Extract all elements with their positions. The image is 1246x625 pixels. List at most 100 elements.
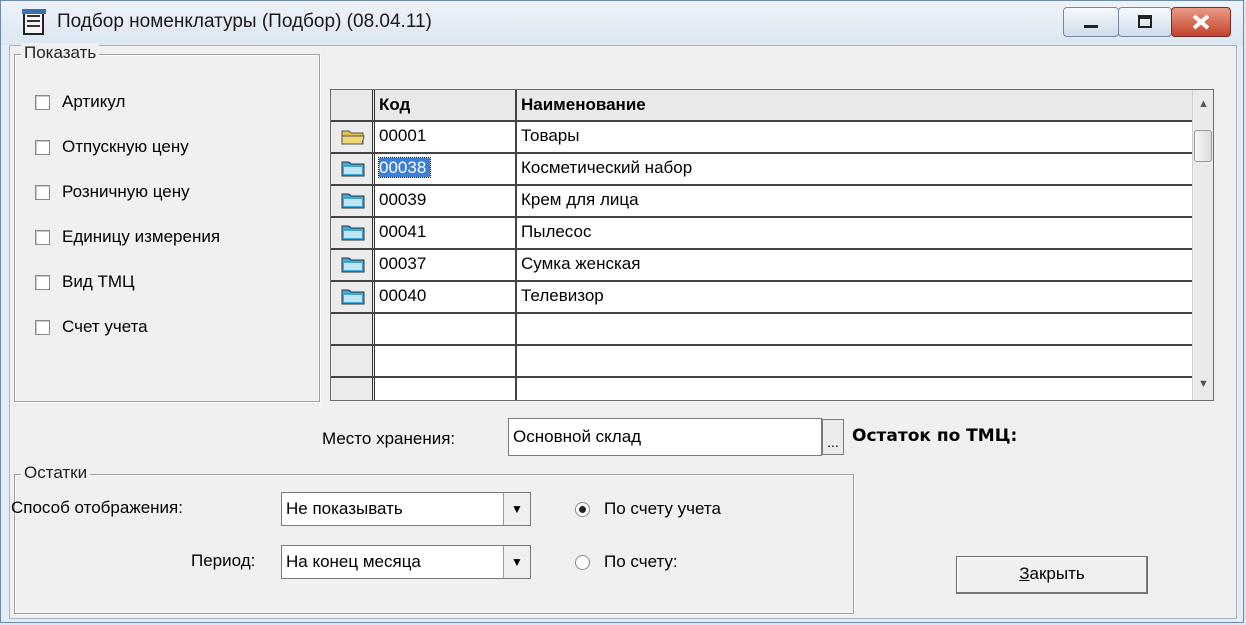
cell-name <box>517 346 1193 376</box>
table-row[interactable]: 00037 Сумка женская <box>331 250 1193 282</box>
cell-code: 00041 <box>375 218 517 248</box>
remains-group-title: Остатки <box>21 463 91 483</box>
folder-icon <box>341 289 365 305</box>
folder-open-icon <box>341 130 365 145</box>
checkbox-label: Отпускную цену <box>62 137 189 156</box>
cell-name: Косметический набор <box>521 158 693 177</box>
row-indicator <box>331 282 375 312</box>
checkbox-account[interactable]: Счет учета <box>35 316 148 338</box>
minimize-icon <box>1084 25 1098 28</box>
scroll-thumb[interactable] <box>1194 130 1212 162</box>
storage-label: Место хранения: <box>322 429 456 448</box>
vertical-scrollbar[interactable]: ▲ ▼ <box>1192 90 1213 400</box>
form-icon <box>22 9 46 35</box>
maximize-button[interactable] <box>1118 7 1172 37</box>
checkbox-label: Артикул <box>62 92 126 111</box>
cell-name: Крем для лица <box>521 190 639 209</box>
close-button-accel: З <box>1019 564 1030 583</box>
close-button-label: акрыть <box>1029 564 1085 583</box>
row-indicator <box>331 346 375 376</box>
stock-label: Остаток по ТМЦ: <box>852 426 1018 446</box>
radio-button[interactable] <box>575 554 590 570</box>
header-indicator-cell <box>331 90 375 120</box>
table-row[interactable]: 00039 Крем для лица <box>331 186 1193 218</box>
chevron-down-icon[interactable]: ▼ <box>503 493 530 525</box>
row-indicator <box>331 314 375 344</box>
table-header: Код Наименование <box>331 90 1193 122</box>
close-icon <box>1192 14 1210 30</box>
checkbox-unit[interactable]: Единицу измерения <box>35 226 220 248</box>
items-table[interactable]: Код Наименование 00001 Товары 00038 Косм… <box>330 89 1214 401</box>
checkbox-label: Вид ТМЦ <box>62 272 135 291</box>
table-row[interactable]: 00001 Товары <box>331 122 1193 154</box>
cell-code <box>375 314 517 344</box>
storage-field[interactable]: Основной склад <box>508 418 822 456</box>
checkbox-article[interactable]: Артикул <box>35 91 125 113</box>
cell-name: Товары <box>521 126 580 145</box>
checkbox-box[interactable] <box>35 319 50 335</box>
storage-select-button[interactable]: ... <box>822 419 844 455</box>
window-title: Подбор номенклатуры (Подбор) (08.04.11) <box>57 11 432 32</box>
cell-name: Телевизор <box>521 286 604 305</box>
display-mode-select[interactable]: Не показывать ▼ <box>281 492 531 526</box>
checkbox-box[interactable] <box>35 229 50 245</box>
minimize-button[interactable] <box>1063 7 1119 37</box>
table-row-empty[interactable] <box>331 314 1193 346</box>
folder-icon <box>341 161 365 177</box>
folder-icon <box>341 225 365 241</box>
period-value: На конец месяца <box>286 552 421 571</box>
selected-code-text: 00038 <box>377 157 432 178</box>
checkbox-release-price[interactable]: Отпускную цену <box>35 136 189 158</box>
cell-code: 00040 <box>375 282 517 312</box>
checkbox-label: Счет учета <box>62 317 148 336</box>
table-row-empty[interactable] <box>331 346 1193 378</box>
close-button[interactable]: Закрыть <box>956 556 1148 594</box>
cell-name: Пылесос <box>521 222 592 241</box>
radio-by-account-of-record[interactable]: По счету учета <box>575 498 721 520</box>
scroll-down-icon[interactable]: ▼ <box>1198 378 1209 390</box>
radio-label: По счету учета <box>604 499 721 518</box>
row-indicator <box>331 218 375 248</box>
table-row[interactable]: 00040 Телевизор <box>331 282 1193 314</box>
form-client-area: Показать Артикул Отпускную цену Розничну… <box>9 43 1237 619</box>
checkbox-label: Розничную цену <box>62 182 190 201</box>
row-indicator <box>331 378 375 400</box>
table-row[interactable]: 00038 Косметический набор <box>331 154 1193 186</box>
chevron-down-icon[interactable]: ▼ <box>503 546 530 578</box>
checkbox-box[interactable] <box>35 139 50 155</box>
folder-icon <box>341 193 365 209</box>
scroll-up-icon[interactable]: ▲ <box>1198 98 1209 110</box>
display-mode-value: Не показывать <box>286 499 403 518</box>
column-header-name[interactable]: Наименование <box>517 90 1193 120</box>
row-indicator <box>331 154 375 184</box>
remains-group: Остатки Способ отображения: Не показыват… <box>11 463 854 614</box>
checkbox-box[interactable] <box>35 94 50 110</box>
period-label: Период: <box>191 551 256 570</box>
checkbox-item-type[interactable]: Вид ТМЦ <box>35 271 135 293</box>
title-bar[interactable]: Подбор номенклатуры (Подбор) (08.04.11) <box>1 1 1243 45</box>
radio-by-account[interactable]: По счету: <box>575 551 678 573</box>
folder-icon <box>341 257 365 273</box>
checkbox-box[interactable] <box>35 184 50 200</box>
cell-name: Сумка женская <box>521 254 641 273</box>
column-header-code[interactable]: Код <box>375 90 517 120</box>
maximize-icon <box>1138 15 1152 28</box>
close-window-button[interactable] <box>1171 7 1231 37</box>
window: Подбор номенклатуры (Подбор) (08.04.11) … <box>0 0 1244 623</box>
table-row[interactable]: 00041 Пылесос <box>331 218 1193 250</box>
cell-code <box>375 378 517 400</box>
checkbox-label: Единицу измерения <box>62 227 221 246</box>
cell-name <box>517 314 1193 344</box>
radio-button[interactable] <box>575 501 590 517</box>
checkbox-retail-price[interactable]: Розничную цену <box>35 181 190 203</box>
radio-label: По счету: <box>604 552 678 571</box>
show-group: Показать Артикул Отпускную цену Розничну… <box>14 43 320 402</box>
cell-code-selected[interactable]: 00038 <box>375 154 517 184</box>
table-row-empty[interactable] <box>331 378 1193 400</box>
row-indicator <box>331 250 375 280</box>
period-select[interactable]: На конец месяца ▼ <box>281 545 531 579</box>
checkbox-box[interactable] <box>35 274 50 290</box>
cell-name <box>517 378 1193 400</box>
cell-code: 00001 <box>375 122 517 152</box>
row-indicator <box>331 186 375 216</box>
